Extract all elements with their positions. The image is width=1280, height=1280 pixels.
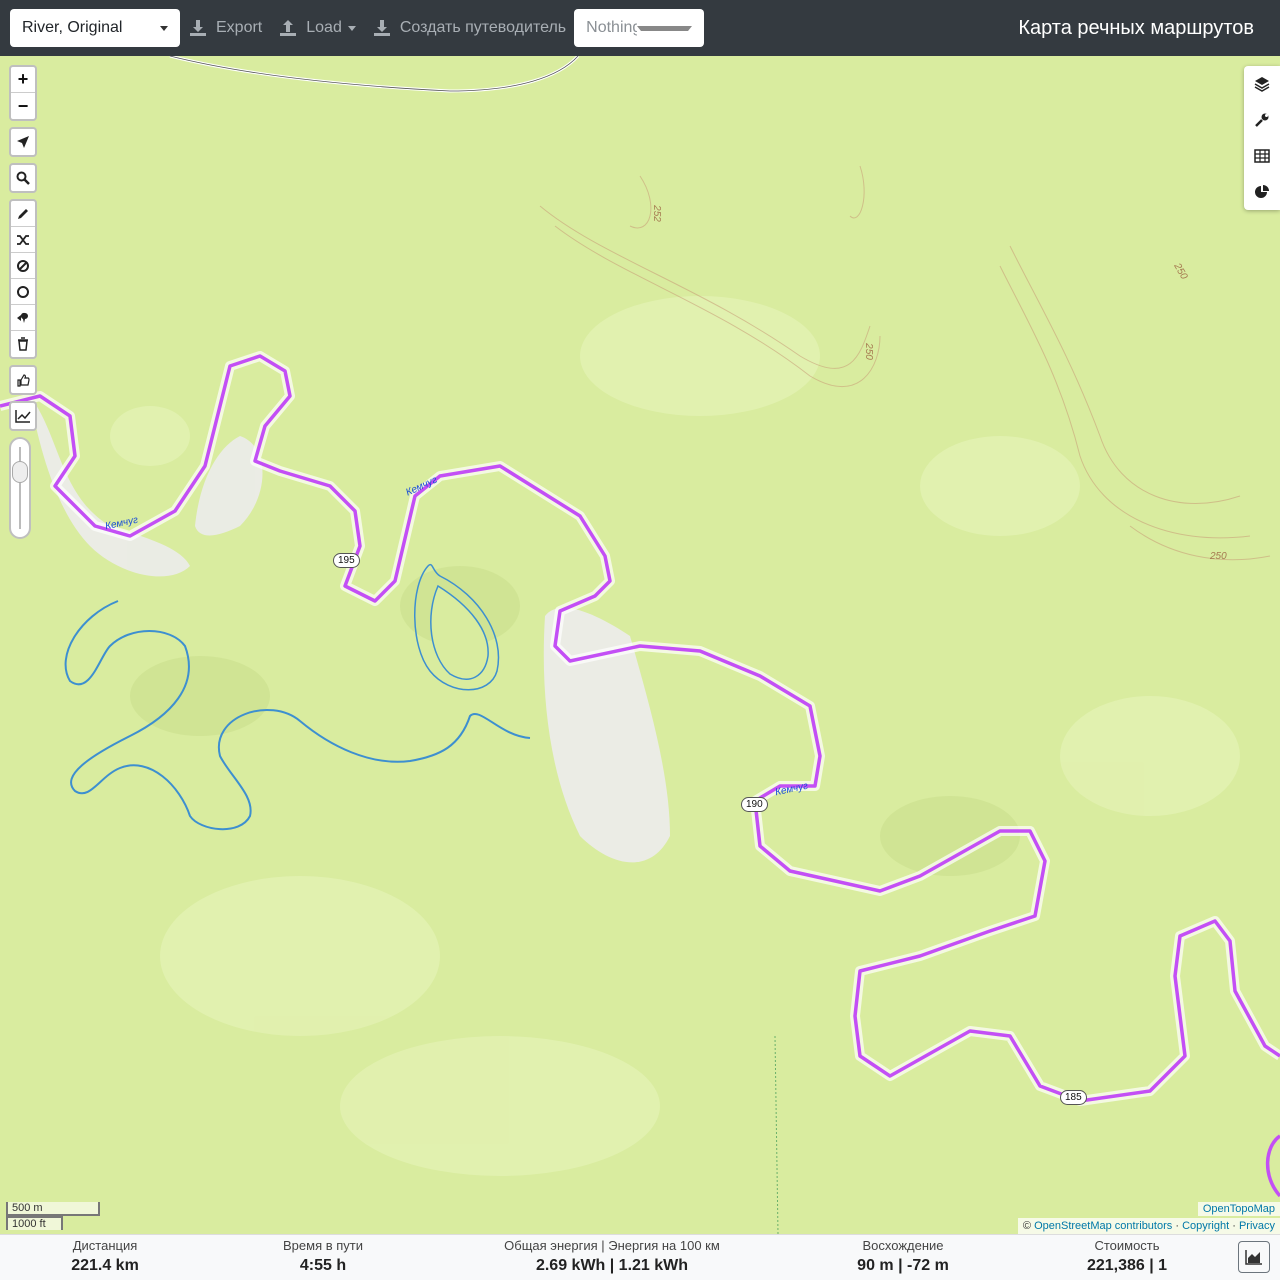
- copyright-symbol: ©: [1022, 1220, 1032, 1232]
- shuffle-icon: [17, 234, 29, 245]
- route-select-value: Nothing selected: [586, 19, 638, 36]
- tile-attribution-link[interactable]: OpenTopoMap: [1197, 1202, 1280, 1216]
- line-chart-icon: [15, 410, 31, 423]
- stat-label: Время в пути: [283, 1238, 363, 1253]
- map-attribution: © OpenStreetMap contributors · Copyright…: [1017, 1218, 1280, 1234]
- privacy-link[interactable]: Privacy: [1239, 1220, 1275, 1232]
- right-control-bar: [1244, 66, 1280, 210]
- delete-button[interactable]: [11, 331, 35, 357]
- contour-label: 250: [862, 343, 874, 360]
- locate-button[interactable]: [11, 129, 35, 155]
- map-terrain: [0, 56, 1280, 1234]
- load-label: Load: [306, 19, 342, 36]
- table-button[interactable]: [1244, 138, 1280, 174]
- draw-route-button[interactable]: [11, 201, 35, 227]
- slider-track: [19, 447, 21, 529]
- download-icon: [190, 20, 206, 36]
- statistics-button[interactable]: [1244, 174, 1280, 210]
- search-icon: [16, 171, 30, 185]
- layers-icon: [1254, 77, 1270, 92]
- km-marker: 185: [1060, 1090, 1087, 1105]
- poi-button[interactable]: [11, 305, 35, 331]
- circle-icon: [17, 285, 29, 298]
- no-go-area-button[interactable]: [11, 253, 35, 279]
- contour-label: 250: [1210, 551, 1227, 562]
- upload-icon: [280, 20, 297, 36]
- profile-select-value: River, Original: [22, 19, 123, 36]
- thumbs-up-icon: [17, 374, 30, 387]
- map-pin-icon: [17, 312, 28, 323]
- brand-title: Карта речных маршрутов: [1018, 16, 1254, 39]
- route-stats-bar: Дистанция 221.4 km Время в пути 4:55 h О…: [0, 1234, 1280, 1280]
- opacity-slider[interactable]: [9, 437, 31, 539]
- zoom-out-button[interactable]: −: [11, 93, 35, 119]
- osm-link[interactable]: OpenStreetMap contributors: [1034, 1220, 1172, 1232]
- elevation-chart-button[interactable]: [11, 403, 35, 429]
- create-guide-label: Создать путеводитель: [399, 19, 567, 36]
- thumb-control: [9, 365, 37, 395]
- stat-cost: Стоимость 221,386 | 1: [1067, 1238, 1187, 1275]
- elevation-control: [9, 401, 37, 431]
- stat-label: Общая энергия | Энергия на 100 км: [504, 1238, 720, 1253]
- wrench-icon: [1255, 113, 1269, 127]
- settings-button[interactable]: [1244, 102, 1280, 138]
- search-control: [9, 163, 37, 193]
- shuffle-button[interactable]: [11, 227, 35, 253]
- circle-area-button[interactable]: [11, 279, 35, 305]
- route-select[interactable]: Nothing selected: [574, 9, 705, 47]
- like-button[interactable]: [11, 367, 35, 393]
- stat-value: 4:55 h: [299, 1257, 347, 1274]
- stat-label: Стоимость: [1094, 1238, 1160, 1253]
- export-label: Export: [216, 19, 263, 36]
- stat-ascent: Восхождение 90 m | -72 m: [843, 1238, 963, 1275]
- export-button[interactable]: Export: [188, 9, 262, 47]
- copyright-link[interactable]: Copyright: [1182, 1220, 1229, 1232]
- slider-handle[interactable]: [12, 461, 28, 483]
- location-arrow-icon: [17, 136, 29, 148]
- table-icon: [1254, 149, 1270, 163]
- map-canvas[interactable]: Кемчуг Кемчуг Кемчуг 252 250 250 250 195…: [0, 56, 1280, 1234]
- km-marker: 190: [741, 797, 768, 812]
- pie-chart-icon: [1255, 185, 1269, 198]
- stat-label: Восхождение: [862, 1238, 944, 1253]
- km-marker: 195: [333, 553, 360, 568]
- elevation-profile-button[interactable]: [1238, 1241, 1270, 1273]
- scale-metric: 500 m: [6, 1202, 100, 1216]
- chevron-down-icon: [637, 25, 693, 31]
- draw-control: [9, 199, 37, 359]
- chevron-down-icon: [347, 25, 356, 31]
- separator: ·: [1232, 1220, 1236, 1232]
- stat-value: 2.69 kWh | 1.21 kWh: [535, 1257, 689, 1274]
- chevron-down-icon: [160, 25, 168, 31]
- zoom-control: + −: [9, 65, 37, 121]
- create-guide-button[interactable]: Создать путеводитель: [372, 9, 566, 47]
- stat-value: 221.4 km: [71, 1257, 139, 1274]
- stat-value: 221,386 | 1: [1086, 1257, 1168, 1274]
- map-scale: 500 m 1000 ft: [6, 1202, 100, 1230]
- stat-value: 90 m | -72 m: [857, 1257, 949, 1274]
- pencil-icon: [18, 208, 28, 219]
- layers-button[interactable]: [1244, 66, 1280, 102]
- stat-distance: Дистанция 221.4 km: [45, 1238, 165, 1275]
- trash-icon: [18, 337, 28, 351]
- area-chart-icon: [1245, 1250, 1262, 1265]
- stat-label: Дистанция: [72, 1238, 138, 1253]
- profile-select[interactable]: River, Original: [10, 9, 180, 47]
- ban-icon: [17, 259, 29, 272]
- zoom-in-button[interactable]: +: [11, 67, 35, 93]
- top-navbar: River, Original Export Load Создать путе…: [0, 0, 1280, 56]
- stat-time: Время в пути 4:55 h: [263, 1238, 383, 1275]
- load-button[interactable]: Load: [278, 9, 356, 47]
- scale-imperial: 1000 ft: [6, 1216, 63, 1230]
- locate-control: [9, 127, 37, 157]
- download-icon: [373, 20, 390, 36]
- search-button[interactable]: [11, 165, 35, 191]
- contour-label: 252: [650, 205, 662, 222]
- stat-energy: Общая энергия | Энергия на 100 км 2.69 k…: [492, 1238, 732, 1275]
- separator: ·: [1175, 1220, 1179, 1232]
